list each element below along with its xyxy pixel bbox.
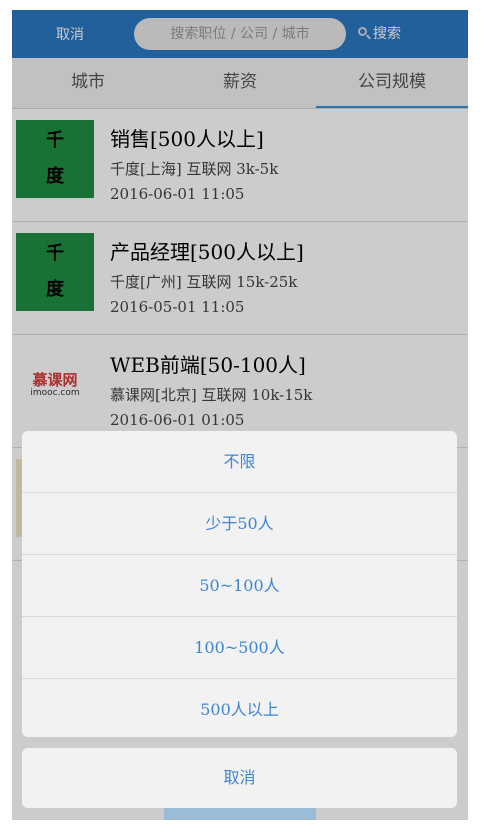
option-50-100[interactable]: 50~100人 (22, 555, 457, 617)
bottom-tab-highlight (164, 808, 316, 820)
app-screen: 取消 搜索职位 / 公司 / 城市 搜索 城市 薪资 公司规模 千 度 销售[5… (12, 10, 468, 820)
action-sheet: 不限 少于50人 50~100人 100~500人 500人以上 (22, 431, 457, 737)
option-unlimited[interactable]: 不限 (22, 431, 457, 493)
option-500-plus[interactable]: 500人以上 (22, 679, 457, 737)
sheet-cancel-button[interactable]: 取消 (22, 748, 457, 808)
option-under-50[interactable]: 少于50人 (22, 493, 457, 555)
option-100-500[interactable]: 100~500人 (22, 617, 457, 679)
